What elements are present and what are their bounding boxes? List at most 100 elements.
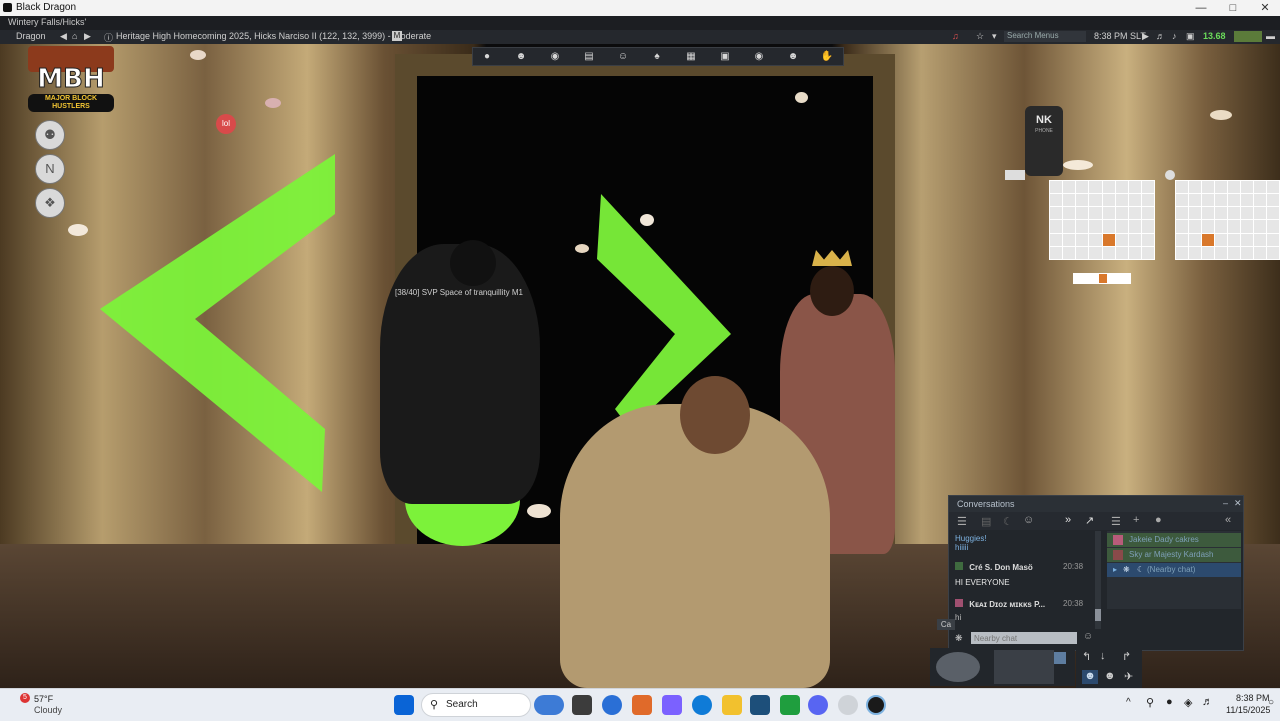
weather-badge: 5: [20, 693, 30, 703]
monitor-icon[interactable]: ▣: [1186, 31, 1195, 42]
emoji-icon[interactable]: ☺: [1023, 514, 1034, 526]
nk-hud-button[interactable]: N: [35, 154, 65, 184]
nk-phone-hud[interactable]: NK PHONE: [1025, 106, 1063, 176]
network-icon[interactable]: ⚲: [1146, 696, 1154, 709]
collapse-icon[interactable]: «: [1225, 514, 1231, 526]
dragon-menu[interactable]: Dragon: [16, 31, 46, 41]
avatar-dancer-left[interactable]: [380, 244, 540, 504]
close-icon[interactable]: ✕: [1234, 498, 1242, 509]
avatar-icon: [1113, 550, 1123, 560]
discord-icon[interactable]: [808, 695, 828, 715]
sort-icon[interactable]: ☰: [1111, 515, 1121, 528]
wifi-icon[interactable]: ◈: [1184, 696, 1192, 709]
pan-control[interactable]: [994, 650, 1054, 684]
info-icon[interactable]: ⓘ: [104, 31, 113, 44]
zoom-control[interactable]: [1054, 652, 1066, 664]
tear-off-icon[interactable]: ↗: [1085, 514, 1094, 527]
store-icon[interactable]: [780, 695, 800, 715]
terminal-icon[interactable]: [750, 695, 770, 715]
fly-icon[interactable]: ✈: [1124, 670, 1133, 683]
emoji-picker-icon[interactable]: ☺: [1083, 631, 1093, 642]
fps-readout: 13.68: [1203, 31, 1226, 41]
camera-button-icon[interactable]: ◉: [745, 49, 773, 64]
notification-bell-icon[interactable]: ○: [1268, 697, 1274, 708]
minimize-button[interactable]: —: [1186, 0, 1216, 16]
grid-hud-strip[interactable]: [1073, 273, 1131, 284]
grid-hud-right[interactable]: [1175, 180, 1280, 260]
star-icon[interactable]: ☆: [976, 31, 984, 42]
edge-browser-icon[interactable]: [692, 695, 712, 715]
avatar-button-icon[interactable]: ☺: [609, 49, 637, 64]
minimize-icon[interactable]: –: [1223, 498, 1228, 508]
turn-right-icon[interactable]: ↱: [1122, 650, 1131, 663]
run-icon[interactable]: ☻: [1104, 670, 1116, 682]
places-button-icon[interactable]: ◉: [541, 49, 569, 64]
black-dragon-app-icon[interactable]: [866, 695, 886, 715]
message-sender[interactable]: Cré S. Don Masö: [969, 563, 1033, 572]
appearance-button-icon[interactable]: ♠: [643, 49, 671, 64]
move-button-icon[interactable]: ☻: [779, 49, 807, 64]
dropdown-icon[interactable]: ▾: [992, 31, 997, 42]
maximize-button[interactable]: □: [1218, 0, 1248, 16]
move-forward-icon[interactable]: ↓: [1100, 650, 1106, 662]
settings-gear-icon[interactable]: [838, 695, 858, 715]
eye-icon[interactable]: [1165, 170, 1175, 180]
orbit-control[interactable]: [936, 652, 980, 682]
forward-arrow-icon[interactable]: ▶: [84, 31, 91, 42]
conversation-item[interactable]: Jakeie Dady cakres: [1107, 533, 1241, 547]
microphone-icon[interactable]: ●: [1155, 514, 1162, 526]
back-arrow-icon[interactable]: ◀: [60, 31, 67, 42]
taskbar-clock-time[interactable]: 8:38 PM: [1236, 693, 1270, 703]
taskbar-search-box[interactable]: ⚲ Search: [421, 693, 531, 717]
walk-icon[interactable]: ☻: [1082, 670, 1098, 684]
list-icon[interactable]: ▤: [981, 515, 991, 528]
conversation-item[interactable]: Sky ar Majesty Kardash: [1107, 548, 1241, 562]
add-icon[interactable]: +: [1133, 514, 1139, 526]
message-sender[interactable]: Kᴇᴀɪ Dɪᴏᴢ ᴍɪᴋᴋs P...: [969, 600, 1045, 609]
grid-hud-left[interactable]: [1049, 180, 1155, 260]
panel-toggle-icon[interactable]: ▬: [1266, 31, 1275, 41]
voice-muted-icon[interactable]: ♫: [952, 31, 959, 41]
weather-desc[interactable]: Cloudy: [34, 705, 62, 715]
nearby-chat-icon[interactable]: ❋: [955, 633, 963, 644]
turn-left-icon[interactable]: ↰: [1082, 650, 1091, 663]
weather-temp[interactable]: 57°F: [34, 694, 53, 704]
moon-icon[interactable]: ☾: [1003, 515, 1013, 528]
message-scrollbar[interactable]: [1095, 531, 1101, 629]
task-view-icon[interactable]: [572, 695, 592, 715]
home-icon[interactable]: ⌂: [72, 31, 77, 41]
message-sender[interactable]: Huggies!: [955, 534, 1097, 543]
inventory-button-icon[interactable]: ▤: [575, 49, 603, 64]
file-explorer-icon[interactable]: [722, 695, 742, 715]
cut-off-floater-tab[interactable]: Ca: [937, 619, 955, 630]
people-button-icon[interactable]: ☻: [507, 49, 535, 64]
taskbar-clock-date[interactable]: 11/15/2025: [1226, 705, 1270, 715]
gestures-button-icon[interactable]: ✋: [813, 49, 841, 64]
tray-overflow-icon[interactable]: ^: [1126, 697, 1131, 708]
speaker-icon[interactable]: ♪: [1172, 31, 1177, 41]
microphone-tray-icon[interactable]: ●: [1166, 696, 1173, 708]
scrollbar-thumb[interactable]: [1095, 609, 1101, 621]
volume-icon[interactable]: ♬: [1156, 31, 1165, 41]
search-menus-input[interactable]: Search Menus: [1004, 31, 1086, 42]
grid-hud-control-icon[interactable]: [1005, 170, 1025, 180]
snapshot-button-icon[interactable]: ▣: [711, 49, 739, 64]
conversation-item-selected[interactable]: ▸ ❋ ☾ (Nearby chat): [1107, 563, 1241, 577]
search-highlight-icon[interactable]: [534, 695, 564, 715]
chat-button-icon[interactable]: ●: [473, 49, 501, 64]
start-windows-icon[interactable]: [394, 695, 414, 715]
expand-icon[interactable]: »: [1065, 514, 1071, 526]
copilot-icon[interactable]: [662, 695, 682, 715]
location-text[interactable]: Heritage High Homecoming 2025, Hicks Nar…: [116, 31, 431, 41]
build-button-icon[interactable]: ▦: [677, 49, 705, 64]
volume-tray-icon[interactable]: ♬: [1202, 696, 1213, 708]
conversations-header[interactable]: Conversations – ✕: [949, 496, 1243, 512]
copilot-app-icon[interactable]: [602, 695, 622, 715]
media-play-icon[interactable]: ▶: [1142, 31, 1149, 42]
close-button[interactable]: ✕: [1250, 0, 1280, 16]
app-icon-orange[interactable]: [632, 695, 652, 715]
outfit-hud-button[interactable]: ⚉: [35, 120, 65, 150]
nearby-chat-input[interactable]: [971, 632, 1077, 644]
menu-icon[interactable]: ☰: [957, 515, 967, 528]
pattern-hud-button[interactable]: ❖: [35, 188, 65, 218]
